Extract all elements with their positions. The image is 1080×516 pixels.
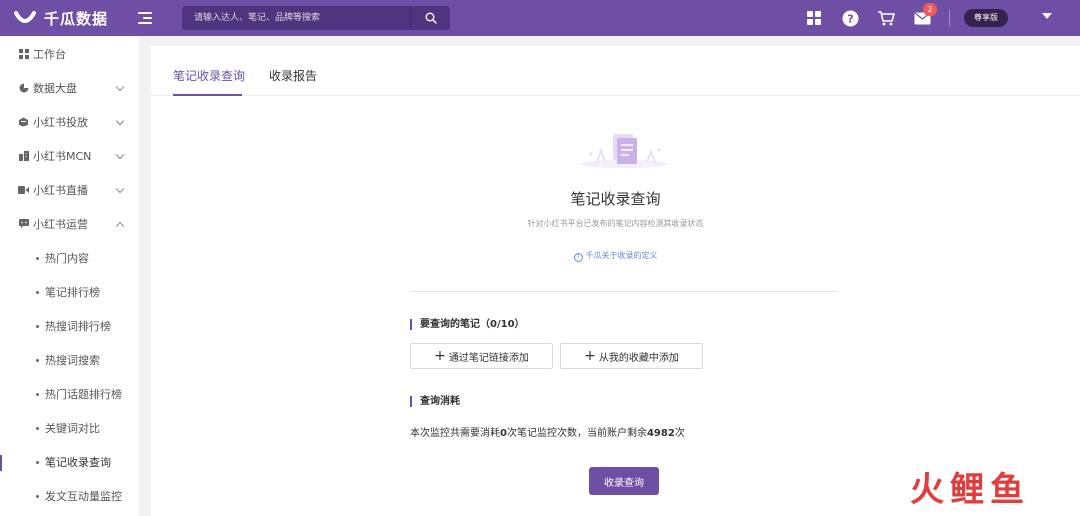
- sidebar-subitem-label: 热门内容: [45, 252, 89, 265]
- top-bar: 千瓜数据 ?: [0, 0, 1080, 36]
- message-icon: [18, 219, 29, 230]
- sidebar-item-label: 小红书运营: [33, 218, 88, 231]
- bullet-icon: [36, 358, 39, 362]
- bullet-icon: [36, 256, 39, 260]
- page-title: 笔记收录查询: [570, 190, 661, 208]
- cost-count: 0: [500, 428, 507, 439]
- add-from-favorites-label: 从我的收藏中添加: [598, 352, 679, 364]
- bullet-icon: [36, 426, 39, 430]
- cost-text: 本次监控共需要消耗0次笔记监控次数，当前账户剩余4982次: [410, 424, 685, 439]
- chevron-up-icon: [115, 221, 125, 231]
- tab-active-underline: [173, 94, 242, 96]
- sidebar-item-label: 工作台: [33, 48, 66, 61]
- help-link-text: 千瓜关于收录的定义: [585, 251, 658, 260]
- sidebar-subitem-hot-topic-ranking[interactable]: 热门话题排行榜: [0, 377, 139, 411]
- bullet-icon: [36, 290, 39, 294]
- help-icon[interactable]: ?: [841, 9, 859, 27]
- cost-suffix: 次: [674, 428, 685, 439]
- sidebar-item-data-dashboard[interactable]: 数据大盘: [0, 71, 139, 105]
- sidebar-subitem-interaction-monitor[interactable]: 发文互动量监控: [0, 479, 139, 513]
- pie-chart-icon: [18, 83, 29, 94]
- sidebar-item-xhs-operation[interactable]: 小红书运营: [0, 207, 139, 241]
- notes-section-title: 要查询的笔记（0/10）: [410, 319, 525, 330]
- notification-badge: 2: [923, 3, 937, 16]
- chevron-down-icon: [115, 82, 125, 92]
- sidebar-subitem-label: 热门话题排行榜: [45, 388, 122, 401]
- add-by-link-button[interactable]: + 通过笔记链接添加: [410, 343, 553, 369]
- sidebar-subitem-note-ranking[interactable]: 笔记排行榜: [0, 275, 139, 309]
- video-icon: [18, 185, 29, 196]
- cart-icon[interactable]: [877, 9, 895, 27]
- building-icon: [18, 151, 29, 162]
- section-divider: [410, 291, 838, 292]
- sidebar-subitem-label: 发文互动量监控: [45, 490, 122, 503]
- remaining-count: 4982: [646, 428, 675, 439]
- sidebar-subitem-label: 热搜词排行榜: [45, 320, 111, 333]
- cost-middle: 次笔记监控次数，当前账户剩余: [506, 428, 647, 439]
- chevron-down-icon: [115, 116, 125, 126]
- search-icon: [425, 12, 437, 24]
- sidebar-subitem-keyword-compare[interactable]: 关键词对比: [0, 411, 139, 445]
- sidebar-subitem-hot-search-ranking[interactable]: 热搜词排行榜: [0, 309, 139, 343]
- active-indicator: [0, 455, 2, 471]
- search-button[interactable]: [410, 6, 450, 30]
- box-icon: [18, 117, 29, 128]
- svg-text:?: ?: [847, 12, 853, 25]
- bullet-icon: [36, 392, 39, 396]
- sidebar-item-label: 小红书MCN: [33, 150, 92, 163]
- sidebar-subitem-label: 笔记收录查询: [45, 456, 111, 469]
- inclusion-query-button[interactable]: 收录查询: [589, 467, 659, 495]
- search-input[interactable]: [182, 6, 410, 30]
- cost-section-title: 查询消耗: [410, 396, 460, 407]
- plus-icon: +: [584, 348, 596, 364]
- apps-grid-icon[interactable]: [805, 9, 823, 27]
- chevron-down-icon: [115, 150, 125, 160]
- grid-icon: [18, 49, 29, 60]
- sidebar-item-label: 数据大盘: [33, 82, 77, 95]
- sidebar-subitem-note-inclusion-query[interactable]: 笔记收录查询: [0, 445, 139, 479]
- bullet-icon: [36, 460, 39, 464]
- watermark-logo: 火鲤鱼: [910, 470, 1030, 510]
- sidebar-item-label: 小红书直播: [33, 184, 88, 197]
- bullet-icon: [36, 324, 39, 328]
- page-description: 针对小红书平台已发布的笔记内容检测其收录状态: [527, 219, 704, 228]
- add-by-link-label: 通过笔记链接添加: [448, 352, 529, 364]
- search-bar: [182, 6, 450, 30]
- logo[interactable]: 千瓜数据: [14, 8, 122, 29]
- sidebar-subitem-hot-content[interactable]: 热门内容: [0, 241, 139, 275]
- user-dropdown-caret-icon[interactable]: [1042, 13, 1052, 19]
- sidebar-subitem-hot-search[interactable]: 热搜词搜索: [0, 343, 139, 377]
- sidebar-item-xhs-live[interactable]: 小红书直播: [0, 173, 139, 207]
- cost-prefix: 本次监控共需要消耗: [410, 428, 500, 439]
- plus-icon: +: [434, 348, 446, 364]
- sidebar-subitem-label: 关键词对比: [45, 422, 100, 435]
- sidebar-item-workbench[interactable]: 工作台: [0, 37, 139, 71]
- tab-inclusion-report[interactable]: 收录报告: [269, 67, 317, 84]
- tab-bar: 笔记收录查询 收录报告: [151, 46, 1080, 96]
- question-icon: ?: [573, 253, 583, 262]
- document-illustration-icon: [580, 134, 668, 168]
- sidebar-subitem-label: 笔记排行榜: [45, 286, 100, 299]
- sidebar: 工作台 数据大盘 小红书投放 小红书MCN 小红书直播 小红书运营 热门内容 笔…: [0, 36, 139, 516]
- help-link[interactable]: ? 千瓜关于收录的定义: [151, 250, 1080, 262]
- chevron-down-icon: [115, 184, 125, 194]
- sidebar-item-xhs-ads[interactable]: 小红书投放: [0, 105, 139, 139]
- divider: [949, 10, 950, 26]
- tab-note-inclusion-query[interactable]: 笔记收录查询: [173, 67, 245, 84]
- mail-icon[interactable]: 2: [913, 3, 937, 27]
- main-panel: 笔记收录查询 收录报告 笔记收录查询 针对小红书平台已发布的笔记内容检测其收录状…: [151, 46, 1080, 516]
- sidebar-item-xhs-mcn[interactable]: 小红书MCN: [0, 139, 139, 173]
- logo-icon: [14, 11, 36, 23]
- add-from-favorites-button[interactable]: + 从我的收藏中添加: [560, 343, 703, 369]
- sidebar-subitem-label: 热搜词搜索: [45, 354, 100, 367]
- plan-badge[interactable]: 尊享版: [964, 9, 1008, 27]
- app-name: 千瓜数据: [44, 9, 109, 28]
- bullet-icon: [36, 494, 39, 498]
- menu-toggle-icon[interactable]: [138, 12, 152, 24]
- sidebar-item-label: 小红书投放: [33, 116, 88, 129]
